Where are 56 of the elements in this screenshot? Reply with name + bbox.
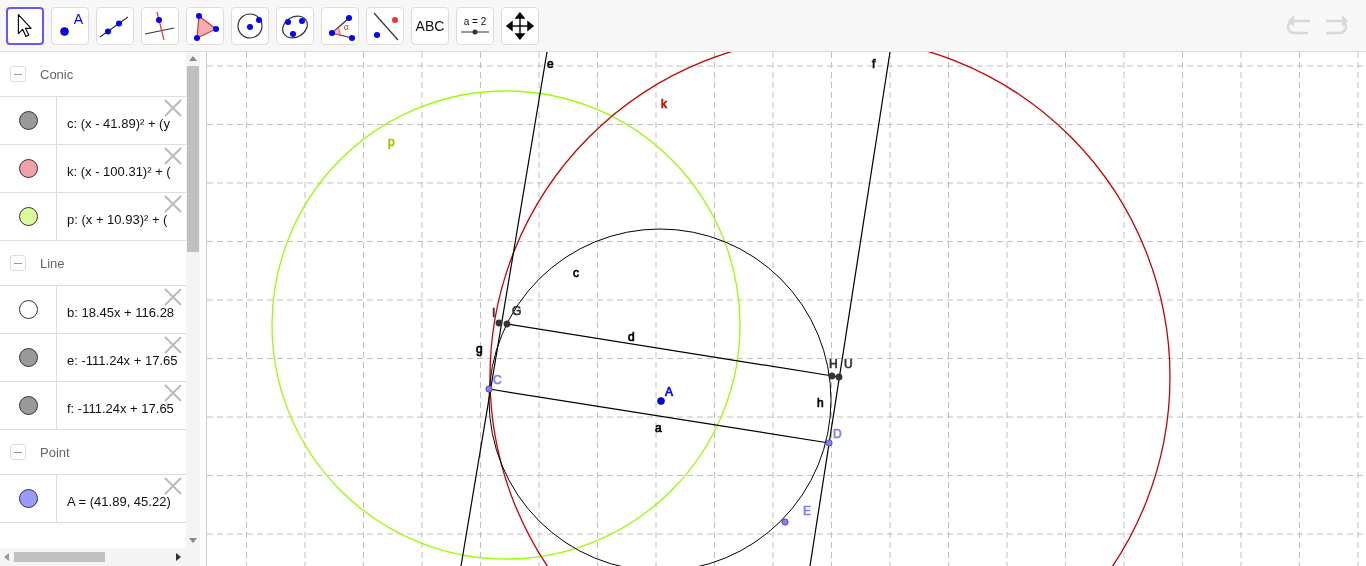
algebra-entry[interactable]: b: 18.45x + 116.28 [57, 286, 175, 333]
object-label: f [872, 57, 876, 71]
angle-tool-button[interactable]: α [321, 6, 359, 45]
algebra-entry[interactable]: A = (41.89, 45.22) [57, 475, 171, 522]
algebra-entry[interactable]: p: (x + 10.93)² + ( [57, 193, 168, 240]
object-label: A [665, 385, 673, 399]
visibility-toggle[interactable] [18, 111, 38, 130]
visibility-toggle[interactable] [18, 489, 38, 508]
group-title: Conic [40, 66, 74, 82]
object-label: E [803, 504, 811, 518]
algebra-entry[interactable]: e: -111.24x + 17.65 [57, 334, 178, 381]
object-label: U [844, 357, 853, 371]
point [825, 439, 833, 447]
algebra-entry[interactable]: k: (x - 100.31)² + ( [57, 145, 171, 192]
collapse-toggle[interactable] [10, 444, 26, 460]
group-title: Line [40, 255, 65, 271]
text-tool-button[interactable]: ABC [411, 6, 449, 45]
visibility-toggle[interactable] [18, 348, 38, 367]
visibility-toggle[interactable] [18, 300, 38, 319]
line-tool-button[interactable] [96, 6, 134, 45]
reflect-tool-button[interactable] [366, 6, 404, 45]
circle-tool-button[interactable] [231, 6, 269, 45]
slider-icon [461, 29, 489, 35]
object-label: k [661, 97, 667, 111]
point-icon [59, 27, 69, 36]
vertical-scrollbar[interactable] [186, 52, 200, 548]
horizontal-scrollbar[interactable] [0, 548, 200, 566]
point [485, 385, 493, 393]
object-label: h [817, 396, 824, 410]
slider-tool-button[interactable]: a = 2 [456, 6, 494, 45]
move-tool-button[interactable] [6, 6, 44, 45]
collapse-toggle[interactable] [10, 255, 26, 271]
object-label: g [476, 342, 483, 356]
collapse-toggle[interactable] [10, 66, 26, 82]
perpendicular-tool-button[interactable] [141, 6, 179, 45]
conic-tool-button[interactable] [276, 6, 314, 45]
point [781, 518, 789, 526]
group-title: Point [40, 444, 70, 460]
point-tool-button[interactable]: A [51, 6, 89, 45]
object-label: C [493, 373, 502, 387]
object-label: D [833, 427, 842, 441]
object-label: p [388, 135, 395, 149]
polygon-tool-button[interactable] [186, 6, 224, 45]
object-label: c [573, 266, 579, 280]
algebra-entry[interactable]: c: (x - 41.89)² + (y [57, 97, 170, 144]
visibility-toggle[interactable] [18, 396, 38, 415]
object-label: d [628, 330, 635, 344]
algebra-entry[interactable]: f: -111.24x + 17.65 [57, 382, 174, 429]
point [657, 397, 665, 405]
object-label: e [547, 57, 554, 71]
visibility-toggle[interactable] [18, 159, 38, 178]
object-label: a [655, 421, 662, 435]
object-label: H [829, 357, 838, 371]
visibility-toggle[interactable] [18, 207, 38, 226]
pan-tool-button[interactable] [501, 6, 539, 45]
object-label: I [492, 306, 496, 320]
